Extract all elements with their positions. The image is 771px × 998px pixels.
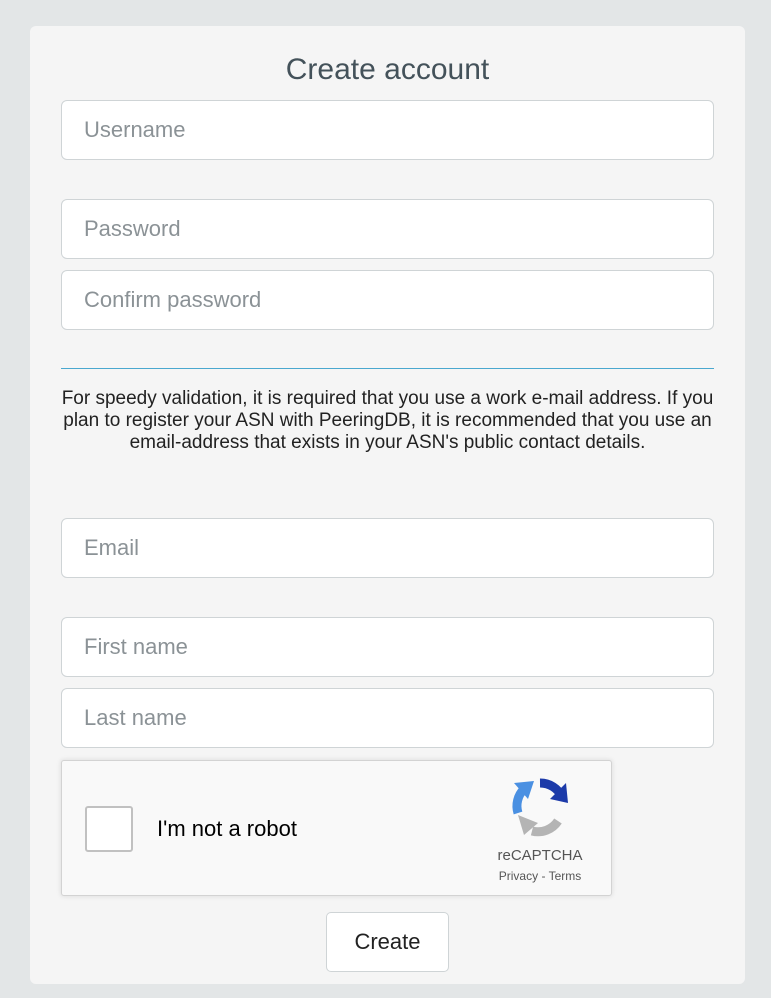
recaptcha-privacy-link[interactable]: Privacy: [499, 869, 538, 883]
section-divider: [61, 368, 714, 369]
first-name-input[interactable]: [61, 617, 714, 677]
page-title: Create account: [285, 53, 490, 86]
recaptcha-checkbox[interactable]: [85, 806, 133, 852]
recaptcha-links: Privacy - Terms: [478, 869, 602, 883]
recaptcha-link-separator: -: [538, 869, 549, 883]
email-input[interactable]: [61, 518, 714, 578]
username-input[interactable]: [61, 100, 714, 160]
recaptcha-widget: I'm not a robot reCAPTCHA Privacy - Term…: [61, 760, 612, 896]
create-account-card: Create account For speedy validation, it…: [30, 26, 745, 984]
recaptcha-logo-icon: [512, 778, 568, 837]
recaptcha-brand: reCAPTCHA: [497, 847, 583, 864]
last-name-input[interactable]: [61, 688, 714, 748]
email-notice: For speedy validation, it is required th…: [61, 388, 714, 453]
confirm-password-input[interactable]: [61, 270, 714, 330]
create-button[interactable]: Create: [326, 912, 449, 972]
password-input[interactable]: [61, 199, 714, 259]
recaptcha-label: I'm not a robot: [157, 816, 297, 841]
recaptcha-terms-link[interactable]: Terms: [549, 869, 582, 883]
